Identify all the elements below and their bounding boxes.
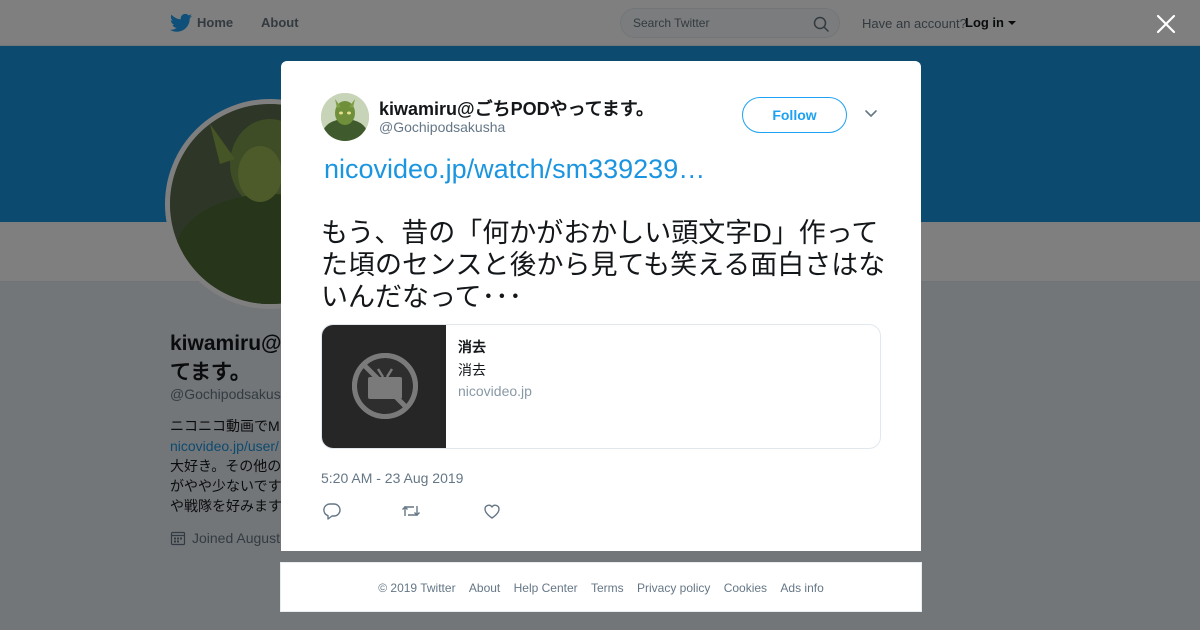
- footer-link-terms[interactable]: Terms: [591, 581, 624, 595]
- close-icon[interactable]: [1155, 13, 1177, 35]
- footer-link-about[interactable]: About: [469, 581, 500, 595]
- tweet-modal: kiwamiru@ごちPODやってます。 @Gochipodsakusha Fo…: [281, 61, 921, 551]
- no-video-icon: [352, 353, 418, 419]
- tweet-text: もう、昔の「何かがおかしい頭文字D」作ってた頃のセンスと後から見ても笑える面白さ…: [321, 218, 886, 312]
- card-title: 消去: [458, 339, 486, 355]
- footer-link-cookies[interactable]: Cookies: [724, 581, 767, 595]
- author-avatar-image: [321, 93, 369, 141]
- like-icon[interactable]: [482, 502, 502, 520]
- retweet-icon[interactable]: [401, 502, 421, 520]
- reply-icon[interactable]: [322, 502, 342, 520]
- author-avatar[interactable]: [321, 93, 369, 141]
- card-description: 消去: [458, 362, 486, 378]
- link-card[interactable]: 消去 消去 nicovideo.jp: [321, 324, 881, 449]
- tweet-timestamp[interactable]: 5:20 AM - 23 Aug 2019: [321, 470, 463, 486]
- footer-link-help-center[interactable]: Help Center: [514, 581, 578, 595]
- card-domain: nicovideo.jp: [458, 383, 532, 399]
- card-thumbnail: [322, 325, 446, 448]
- footer-link-privacy[interactable]: Privacy policy: [637, 581, 710, 595]
- author-handle[interactable]: @Gochipodsakusha: [379, 119, 505, 135]
- footer-copyright: © 2019 Twitter: [378, 581, 456, 595]
- chevron-down-icon[interactable]: [864, 109, 878, 119]
- author-name[interactable]: kiwamiru@ごちPODやってます。: [379, 95, 654, 121]
- tweet-link[interactable]: nicovideo.jp/watch/sm339239…: [324, 154, 705, 185]
- footer-links: © 2019 Twitter About Help Center Terms P…: [281, 581, 921, 595]
- footer-link-ads-info[interactable]: Ads info: [780, 581, 823, 595]
- footer: © 2019 Twitter About Help Center Terms P…: [280, 562, 922, 612]
- follow-button[interactable]: Follow: [742, 97, 847, 133]
